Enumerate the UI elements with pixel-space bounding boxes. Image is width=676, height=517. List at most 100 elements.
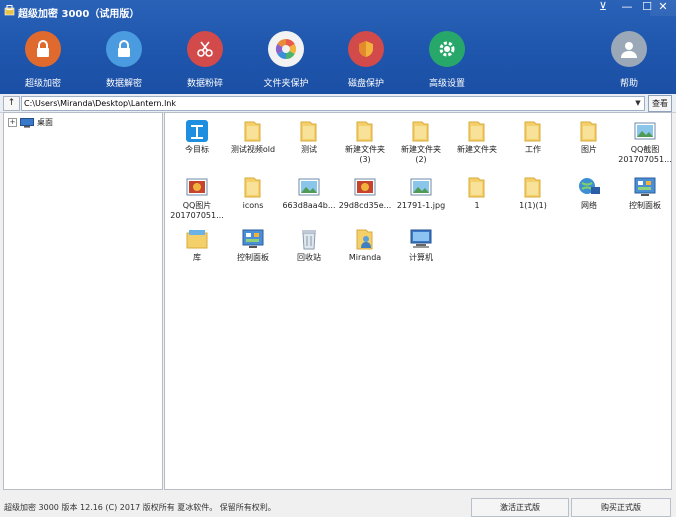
folder-icon	[465, 119, 489, 143]
folder-protect-label: 文件夹保护	[263, 79, 309, 89]
disk-protect-button[interactable]: 磁盘保护	[331, 31, 401, 89]
disk-protect-label: 磁盘保护	[347, 79, 384, 89]
window-title: 超级加密 3000（试用版）	[18, 9, 140, 20]
folder-tree: + 桌面	[3, 112, 163, 490]
expand-icon[interactable]: +	[8, 118, 17, 127]
photo-icon	[185, 175, 209, 199]
decrypt-button[interactable]: 数据解密	[89, 31, 159, 89]
file-name: 今目标	[185, 145, 209, 154]
toolbar-area: 超级加密 3000（试用版） ⊻ — ☐ ✕ 超级加密 数据解密 数据粉碎 文件…	[0, 0, 676, 94]
folder-icon	[409, 119, 433, 143]
file-item[interactable]: 图片	[561, 119, 617, 155]
view-button[interactable]: 查看	[648, 95, 672, 112]
unlock-icon	[106, 31, 142, 67]
up-button[interactable]: ↑	[3, 96, 20, 111]
file-name: 新建文件夹 (3)	[345, 145, 385, 164]
file-item[interactable]: 1	[449, 175, 505, 211]
tree-item-desktop[interactable]: + 桌面	[8, 117, 53, 128]
folder-icon	[465, 175, 489, 199]
skin-button[interactable]: ⊻	[590, 0, 616, 16]
file-name: Miranda	[348, 253, 382, 262]
file-name: 测试	[301, 145, 317, 154]
file-name: 29d8cd35e...	[338, 201, 392, 210]
file-name: 新建文件夹	[457, 145, 497, 154]
buy-button[interactable]: 购买正式版	[571, 498, 671, 517]
path-input[interactable]	[22, 97, 626, 109]
file-item[interactable]: 1(1)(1)	[505, 175, 561, 211]
file-item[interactable]: 网络	[561, 175, 617, 211]
file-name: QQ图片 201707051...	[170, 201, 224, 220]
folder-icon	[521, 119, 545, 143]
encrypt-label: 超级加密	[24, 79, 61, 89]
advanced-settings-button[interactable]: 高级设置	[412, 31, 482, 89]
file-item[interactable]: 控制面板	[617, 175, 673, 211]
folder-icon	[353, 119, 377, 143]
folder-icon	[241, 119, 265, 143]
network-icon	[577, 175, 601, 199]
folder-protect-icon	[268, 31, 304, 67]
activate-button[interactable]: 激活正式版	[471, 498, 569, 517]
tree-item-label: 桌面	[37, 118, 53, 127]
file-name: 图片	[581, 145, 597, 154]
file-item[interactable]: 今目标	[169, 119, 225, 155]
encrypt-button[interactable]: 超级加密	[8, 31, 78, 89]
file-item[interactable]: icons	[225, 175, 281, 211]
image-icon	[409, 175, 433, 199]
help-button[interactable]: 帮助	[594, 31, 664, 89]
file-item[interactable]: 库	[169, 227, 225, 263]
file-name: 新建文件夹 (2)	[401, 145, 441, 164]
file-item[interactable]: 新建文件夹 (2)	[393, 119, 449, 165]
shred-label: 数据粉碎	[186, 79, 223, 89]
image-icon	[633, 119, 657, 143]
file-item[interactable]: 新建文件夹	[449, 119, 505, 155]
file-item[interactable]: QQ截图 201707051...	[617, 119, 673, 165]
file-name: 控制面板	[237, 253, 269, 262]
file-name: QQ截图 201707051...	[618, 145, 672, 164]
status-text: 超级加密 3000 版本 12.16 (C) 2017 版权所有 夏冰软件。 保…	[4, 503, 276, 512]
path-field[interactable]: ▼	[21, 96, 645, 111]
file-item[interactable]: 计算机	[393, 227, 449, 263]
computer-icon	[409, 227, 433, 251]
file-item[interactable]: 29d8cd35e...	[337, 175, 393, 211]
control-panel-icon	[241, 227, 265, 251]
file-name: 网络	[581, 201, 597, 210]
file-item[interactable]: 测试	[281, 119, 337, 155]
file-name: 21791-1.jpg	[396, 201, 446, 210]
file-name: 1	[474, 201, 480, 210]
file-item[interactable]: 21791-1.jpg	[393, 175, 449, 211]
chevron-down-icon[interactable]: ▼	[633, 97, 643, 110]
folder-protect-button[interactable]: 文件夹保护	[251, 31, 321, 89]
file-item[interactable]: 测试视频old	[225, 119, 281, 155]
file-name: 库	[193, 253, 201, 262]
file-name: 1(1)(1)	[519, 201, 547, 210]
user-folder-icon	[353, 227, 377, 251]
file-name: 回收站	[297, 253, 321, 262]
file-view: 今目标 测试视频old 测试 新建文件夹 (3) 新建文件夹 (2) 新建文件夹 工作 图片 Q…	[164, 112, 672, 490]
close-button[interactable]: ✕	[650, 0, 676, 16]
folder-icon	[521, 175, 545, 199]
path-bar: ↑ ▼ 查看	[0, 94, 676, 113]
shred-button[interactable]: 数据粉碎	[170, 31, 240, 89]
file-item[interactable]: 回收站	[281, 227, 337, 263]
folder-icon	[241, 175, 265, 199]
file-item[interactable]: 新建文件夹 (3)	[337, 119, 393, 165]
file-item[interactable]: Miranda	[337, 227, 393, 263]
help-label: 帮助	[619, 79, 638, 89]
folder-icon	[297, 119, 321, 143]
file-name: 测试视频old	[230, 145, 276, 154]
decrypt-label: 数据解密	[105, 79, 142, 89]
file-name: 计算机	[409, 253, 433, 262]
file-item[interactable]: 工作	[505, 119, 561, 155]
user-help-icon	[611, 31, 647, 67]
file-name: icons	[242, 201, 264, 210]
app-icon	[185, 119, 209, 143]
app-logo-icon	[4, 5, 15, 16]
file-item[interactable]: QQ图片 201707051...	[169, 175, 225, 221]
shield-icon	[348, 31, 384, 67]
file-item[interactable]: 控制面板	[225, 227, 281, 263]
file-name: 工作	[525, 145, 541, 154]
file-name: 控制面板	[629, 201, 661, 210]
file-name: 663d8aa4b...	[282, 201, 336, 210]
file-item[interactable]: 663d8aa4b...	[281, 175, 337, 211]
folder-icon	[577, 119, 601, 143]
